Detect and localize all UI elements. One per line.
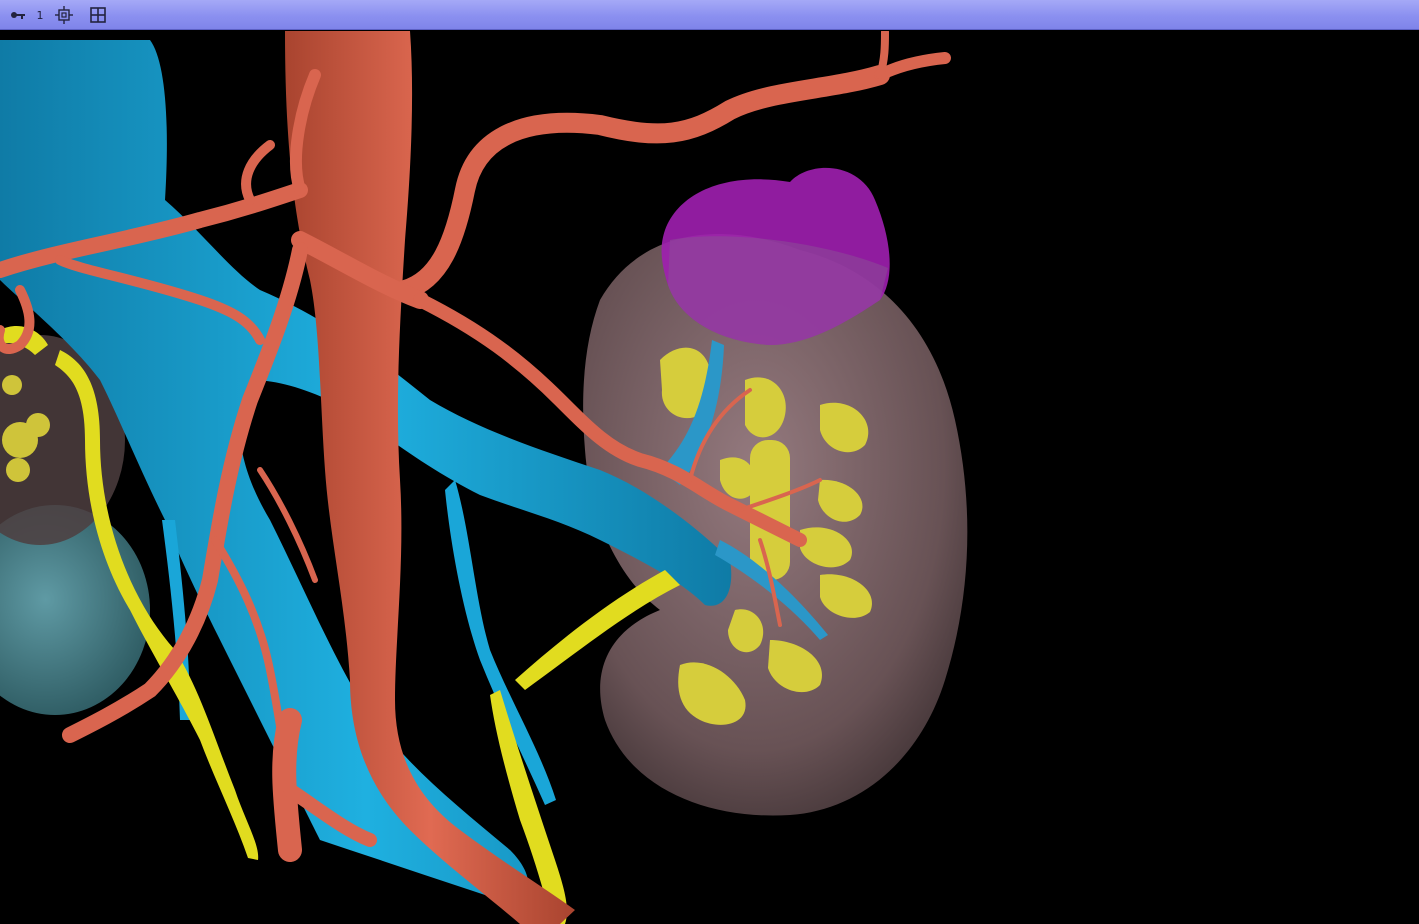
pin-icon[interactable] (9, 5, 27, 25)
view-number: 1 (36, 8, 44, 22)
center-view-icon[interactable] (54, 5, 74, 25)
viewer-toolbar: 1 (0, 0, 1419, 30)
layout-icon[interactable] (88, 5, 108, 25)
3d-viewport[interactable] (0, 31, 1419, 924)
anatomy-render (0, 31, 968, 924)
